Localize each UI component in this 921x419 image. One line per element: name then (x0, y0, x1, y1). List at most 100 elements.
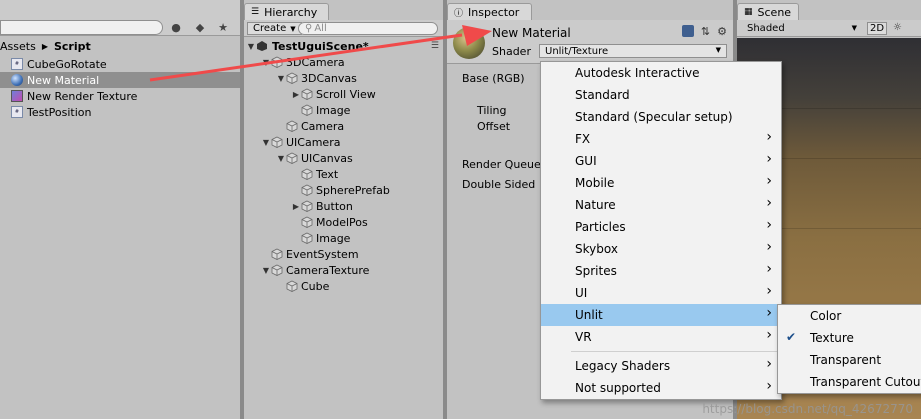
hierarchy-item[interactable]: ▼ 3DCanvas (244, 70, 443, 86)
mode-2d-button[interactable]: 2D (867, 22, 887, 35)
expand-arrow-icon[interactable]: ▶ (291, 202, 301, 211)
list-item-label: TestPosition (27, 105, 92, 119)
collapse-arrow-icon[interactable]: ▼ (276, 74, 286, 83)
menu-item[interactable]: UI › (541, 282, 781, 304)
checkmark-icon: ✔ (786, 330, 797, 344)
menu-item-label: Unlit (575, 308, 603, 322)
collapse-arrow-icon[interactable]: ▼ (276, 154, 286, 163)
gameobject-cube-icon (271, 264, 283, 276)
hierarchy-item-label: UICanvas (301, 151, 353, 165)
tab-inspector[interactable]: ⓘ Inspector (447, 3, 532, 20)
material-icon (11, 74, 23, 86)
hierarchy-item[interactable]: Image (244, 230, 443, 246)
menu-item[interactable]: Transparent Cutout (778, 371, 921, 393)
lighting-icon[interactable]: ☼ (893, 22, 902, 33)
collapse-arrow-icon[interactable]: ▼ (261, 266, 271, 275)
hierarchy-item-label: CameraTexture (286, 263, 370, 277)
list-item[interactable]: New Material (0, 72, 240, 88)
hierarchy-item-label: Cube (301, 279, 330, 293)
menu-item[interactable]: FX › (541, 128, 781, 150)
hierarchy-item[interactable]: ▼ UICamera (244, 134, 443, 150)
menu-item-label: Color (810, 309, 842, 323)
breadcrumb-assets[interactable]: Assets (0, 40, 36, 53)
shading-mode-dropdown[interactable]: Shaded ▼ (741, 21, 861, 35)
tab-hierarchy[interactable]: ☰ Hierarchy (244, 3, 329, 20)
hierarchy-item[interactable]: ▼ UICanvas (244, 150, 443, 166)
menu-item[interactable]: GUI › (541, 150, 781, 172)
menu-item[interactable]: Color (778, 305, 921, 327)
favorite-star-icon[interactable]: ★ (213, 19, 233, 36)
tab-scene[interactable]: ▦ Scene (737, 3, 799, 20)
project-search-input[interactable] (0, 20, 163, 35)
shader-dropdown[interactable]: Unlit/Texture ▼ (539, 44, 727, 58)
hierarchy-item-label: 3DCamera (286, 55, 345, 69)
hierarchy-item[interactable]: ▼ CameraTexture (244, 262, 443, 278)
hierarchy-item[interactable]: ▼ 3DCamera (244, 54, 443, 70)
gameobject-cube-icon (301, 104, 313, 116)
menu-item[interactable]: Mobile › (541, 172, 781, 194)
info-icon: ⓘ (454, 8, 464, 19)
gameobject-cube-icon (271, 248, 283, 260)
search-placeholder: All (314, 23, 327, 34)
filter-by-type-icon[interactable]: ● (166, 19, 186, 36)
scene-toolbar: Shaded ▼ 2D ☼ (737, 20, 921, 37)
menu-separator (541, 348, 781, 355)
hierarchy-toolbar: Create ▼ ⚲ All (244, 20, 443, 37)
grid-icon: ▦ (744, 7, 753, 17)
list-item[interactable]: # TestPosition (0, 104, 240, 120)
expand-arrow-icon[interactable]: ▶ (291, 90, 301, 99)
hierarchy-search-input[interactable]: ⚲ All (298, 22, 438, 35)
menu-item-label: FX (575, 132, 591, 146)
scene-row[interactable]: ▼ TestUguiScene* ☰ (244, 38, 443, 54)
tab-label: Hierarchy (264, 5, 318, 19)
menu-item[interactable]: Not supported › (541, 377, 781, 399)
hierarchy-item[interactable]: Text (244, 166, 443, 182)
collapse-arrow-icon[interactable]: ▼ (261, 138, 271, 147)
submenu-arrow-icon: › (766, 327, 772, 343)
menu-item[interactable]: ✔ Texture (778, 327, 921, 349)
menu-item[interactable]: Autodesk Interactive (541, 62, 781, 84)
menu-item-label: Mobile (575, 176, 615, 190)
preset-icon[interactable]: ⇅ (701, 25, 710, 38)
menu-item[interactable]: VR › (541, 326, 781, 348)
submenu-arrow-icon: › (766, 173, 772, 189)
menu-item[interactable]: Legacy Shaders › (541, 355, 781, 377)
help-book-icon[interactable] (681, 25, 694, 37)
hierarchy-item-label: SpherePrefab (316, 183, 390, 197)
gear-icon[interactable]: ⚙ (717, 25, 727, 38)
list-item[interactable]: # CubeGoRotate (0, 56, 240, 72)
breadcrumb-script[interactable]: Script (54, 40, 91, 53)
menu-item[interactable]: Standard (541, 84, 781, 106)
menu-item[interactable]: Standard (Specular setup) (541, 106, 781, 128)
list-item[interactable]: New Render Texture (0, 88, 240, 104)
hierarchy-item[interactable]: EventSystem (244, 246, 443, 262)
collapse-arrow-icon[interactable]: ▼ (261, 58, 271, 67)
chevron-down-icon: ▼ (715, 46, 721, 54)
menu-item[interactable]: Skybox › (541, 238, 781, 260)
shader-menu: Autodesk Interactive Standard Standard (Sp… (540, 61, 782, 400)
menu-item-label: Nature (575, 198, 616, 212)
menu-item[interactable]: Particles › (541, 216, 781, 238)
scene-menu-icon[interactable]: ☰ (431, 41, 439, 51)
menu-item[interactable]: Sprites › (541, 260, 781, 282)
hierarchy-item[interactable]: ModelPos (244, 214, 443, 230)
search-icon: ⚲ (305, 23, 313, 34)
collapse-arrow-icon[interactable]: ▼ (246, 42, 256, 51)
menu-item[interactable]: Nature › (541, 194, 781, 216)
scene-name: TestUguiScene* (272, 39, 369, 53)
hierarchy-item-label: Scroll View (316, 87, 376, 101)
menu-item[interactable]: Transparent (778, 349, 921, 371)
filter-by-label-icon[interactable]: ◆ (190, 19, 210, 36)
hierarchy-item-label: ModelPos (316, 215, 368, 229)
create-button[interactable]: Create ▼ (247, 22, 302, 35)
hierarchy-item[interactable]: Image (244, 102, 443, 118)
hierarchy-item[interactable]: ▶ Scroll View (244, 86, 443, 102)
hierarchy-item[interactable]: ▶ Button (244, 198, 443, 214)
hierarchy-item[interactable]: SpherePrefab (244, 182, 443, 198)
hierarchy-item-label: Text (316, 167, 339, 181)
base-rgb-label: Base (RGB) (462, 72, 525, 85)
menu-item[interactable]: Unlit › (541, 304, 781, 326)
chevron-down-icon: ▼ (290, 24, 296, 33)
hierarchy-item[interactable]: Cube (244, 278, 443, 294)
hierarchy-item[interactable]: Camera (244, 118, 443, 134)
